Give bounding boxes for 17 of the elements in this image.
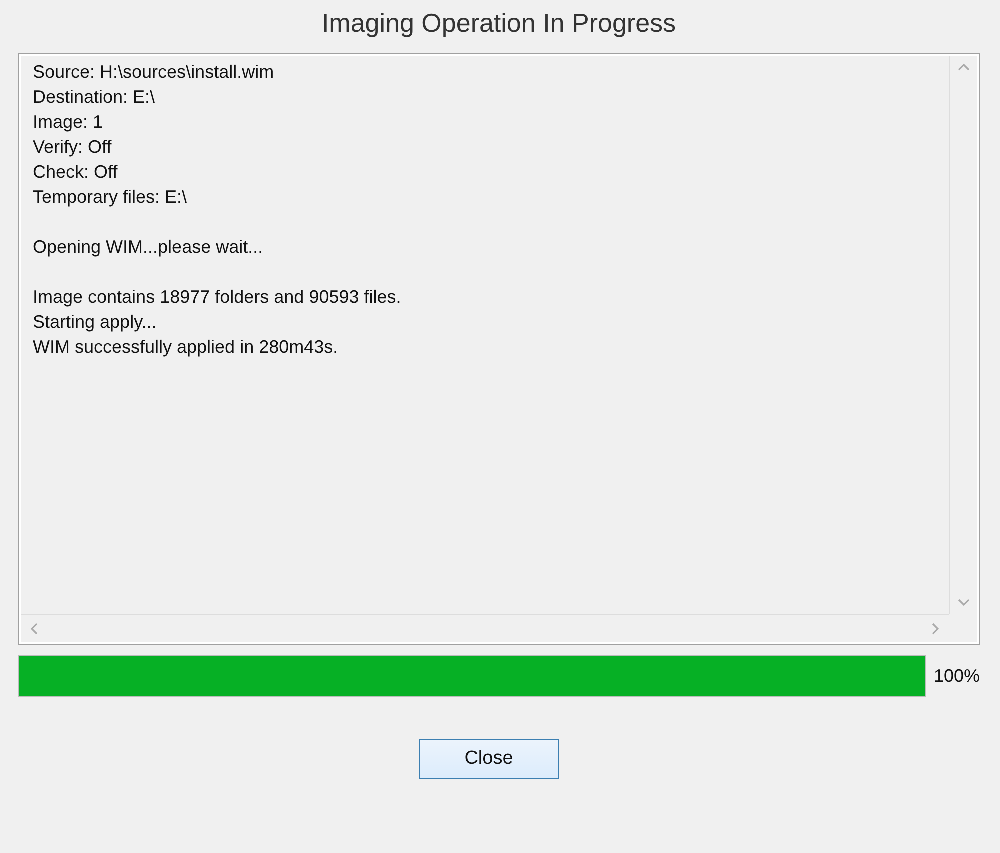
- close-button[interactable]: Close: [419, 739, 559, 779]
- log-line: Source: H:\sources\install.wim: [33, 61, 276, 84]
- window-title: Imaging Operation In Progress: [320, 8, 678, 39]
- scroll-up-icon[interactable]: [956, 62, 970, 72]
- log-line: Starting apply...: [33, 311, 158, 334]
- scroll-right-icon[interactable]: [931, 622, 941, 636]
- log-line: Image contains 18977 folders and 90593 files.: [33, 286, 402, 309]
- log-line: Verify: Off: [33, 136, 113, 159]
- scroll-down-icon[interactable]: [956, 598, 970, 608]
- progress-percent: 100%: [934, 666, 980, 686]
- log-line: Opening WIM...please wait...: [33, 236, 264, 259]
- log-line: WIM successfully applied in 280m43s.: [33, 336, 340, 359]
- log-line: Image: 1: [33, 111, 104, 134]
- log-line: Temporary files: E:\: [33, 186, 188, 209]
- log-line: Destination: E:\: [33, 86, 156, 109]
- log-line: Check: Off: [33, 161, 119, 184]
- scroll-left-icon[interactable]: [29, 622, 39, 636]
